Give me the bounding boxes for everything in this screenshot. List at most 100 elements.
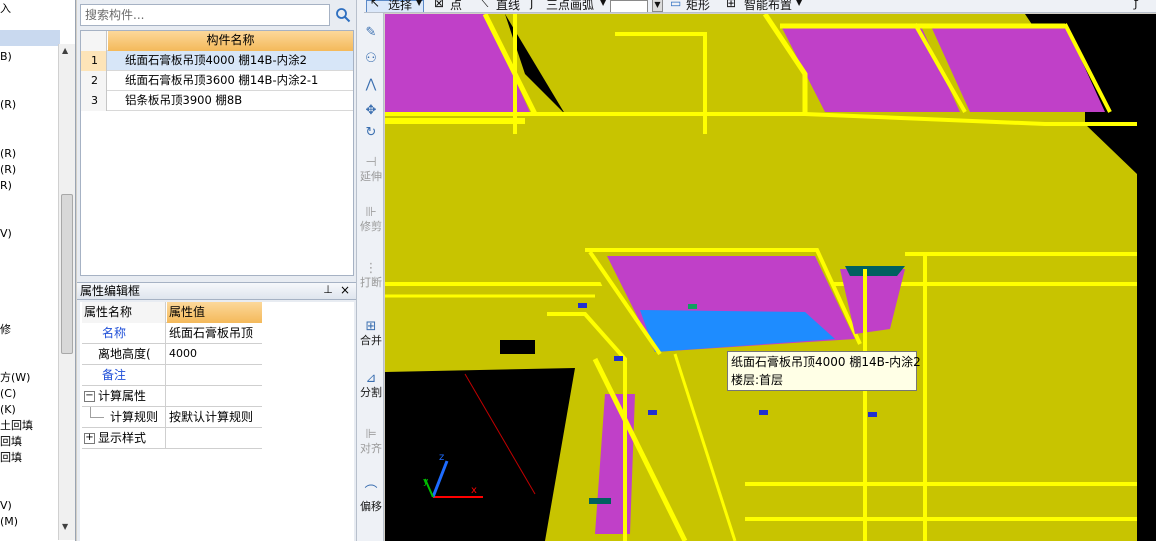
edge-icon[interactable]: ƒ [1134, 0, 1138, 10]
expand-toggle-icon[interactable]: + [84, 433, 95, 444]
tree-item[interactable]: V) [0, 499, 12, 513]
tree-item[interactable]: (R) [0, 163, 16, 177]
list-row[interactable]: 1 纸面石膏板吊顶4000 棚14B-内涂2 [81, 51, 353, 71]
property-row[interactable]: 备注 [82, 365, 262, 386]
split-button[interactable]: ⊿ 分割 [359, 372, 383, 400]
3d-viewport[interactable]: x z y 纸面石膏板吊顶4000 棚14B-内涂2 楼层:首层 [385, 14, 1156, 541]
offset-button[interactable]: ⌒ 偏移 [359, 486, 383, 514]
align-icon: ⊫ [365, 427, 377, 442]
tree-connector [90, 417, 104, 418]
list-row[interactable]: 3 铝条板吊顶3900 棚8B [81, 91, 353, 111]
list-row[interactable]: 2 纸面石膏板吊顶3600 棚14B-内涂2-1 [81, 71, 353, 91]
copy-icon: ⚇ [365, 51, 377, 66]
smart-dropdown-icon[interactable]: ▼ [796, 0, 802, 7]
tree-item[interactable]: 方(W) [0, 371, 30, 385]
tree-item[interactable]: (K) [0, 403, 16, 417]
tree-item[interactable]: B) [0, 50, 12, 64]
pin-icon[interactable]: ⊥ [321, 283, 335, 298]
property-group-row[interactable]: + 显示样式 [82, 428, 262, 449]
tree-item[interactable]: 土回填 [0, 419, 33, 433]
list-header-name[interactable]: 构件名称 [108, 31, 353, 51]
scroll-up-arrow-icon[interactable]: ▲ [62, 46, 68, 55]
point-button[interactable]: 点 [450, 0, 462, 12]
arc-mode-select[interactable] [610, 0, 648, 12]
left-component-tree: 入 B) (R) (R) (R) R) V) 修 方(W) (C) (K) 土回… [0, 0, 76, 541]
scrollbar-thumb[interactable] [61, 194, 73, 354]
trim-button[interactable]: ⊪ 修剪 [359, 206, 383, 234]
model-drawing: x z y [385, 14, 1156, 541]
align-label: 对齐 [360, 442, 382, 455]
select-arrow-icon: ↖ [370, 0, 381, 10]
move-button[interactable]: ✥ [359, 104, 383, 118]
tooltip-component-name: 纸面石膏板吊顶4000 棚14B-内涂2 [731, 355, 921, 369]
rotate-button[interactable]: ↻ [359, 126, 383, 140]
tree-highlight-band [0, 30, 60, 46]
line-button[interactable]: 直线 [496, 0, 520, 12]
property-value[interactable]: 按默认计算规则 [167, 407, 262, 428]
tree-item[interactable]: V) [0, 227, 12, 241]
scroll-down-arrow-icon[interactable]: ▼ [62, 522, 68, 531]
brush-button[interactable]: ✎ [359, 26, 383, 40]
arc-button[interactable]: 三点画弧 [546, 0, 594, 12]
select-label: 选择 [388, 0, 413, 12]
property-value-header: 属性值 [167, 302, 262, 323]
list-header-index [81, 31, 107, 51]
tree-scrollbar[interactable]: ▲ ▼ [58, 44, 75, 540]
tree-item[interactable]: (C) [0, 387, 16, 401]
collapse-toggle-icon[interactable]: − [84, 391, 95, 402]
property-grid: 属性名称 属性值 名称 纸面石膏板吊顶 离地高度( 4000 备注 − 计算属性… [80, 302, 354, 541]
rect-button[interactable]: 矩形 [686, 0, 710, 12]
tree-item[interactable]: (M) [0, 515, 18, 529]
row-index: 3 [81, 91, 107, 111]
property-header-row: 属性名称 属性值 [82, 302, 262, 323]
row-index: 1 [81, 51, 107, 71]
property-name: 备注 [82, 365, 166, 386]
rect-icon[interactable]: ▭ [670, 0, 681, 10]
property-row[interactable]: 离地高度( 4000 [82, 344, 262, 365]
break-button[interactable]: ⋮ 打断 [359, 262, 383, 290]
property-value[interactable]: 4000 [167, 344, 262, 365]
arc-icon[interactable]: ʃ [530, 0, 534, 10]
tree-item[interactable]: (R) [0, 98, 16, 112]
extend-button[interactable]: ⊣ 延伸 [359, 156, 383, 184]
svg-text:y: y [423, 477, 429, 487]
close-icon[interactable]: × [338, 283, 352, 298]
property-group-row[interactable]: − 计算属性 [82, 386, 262, 407]
line-icon[interactable]: ⟍ [480, 0, 488, 11]
tree-item[interactable]: R) [0, 179, 12, 193]
tree-item[interactable]: (R) [0, 147, 16, 161]
property-row[interactable]: 计算规则 按默认计算规则 [82, 407, 262, 428]
smart-layout-button[interactable]: 智能布置 [744, 0, 792, 12]
smart-layout-icon[interactable]: ⊞ [726, 0, 736, 10]
tree-item[interactable]: 修 [0, 323, 11, 337]
merge-button[interactable]: ⊞ 合并 [359, 320, 383, 348]
tree-item[interactable]: 入 [0, 2, 11, 16]
select-dropdown-icon[interactable]: ▼ [416, 0, 422, 7]
tree-item[interactable]: 回填 [0, 451, 22, 465]
combo-dropdown-icon[interactable]: ▼ [652, 0, 663, 12]
arc-dropdown-icon[interactable]: ▼ [600, 0, 606, 7]
search-input[interactable]: 搜索构件... [80, 4, 330, 26]
property-group-cell: − 计算属性 [82, 386, 166, 407]
property-name-header: 属性名称 [82, 302, 166, 323]
tree-item[interactable]: 回填 [0, 435, 22, 449]
property-value [167, 386, 262, 407]
property-value[interactable]: 纸面石膏板吊顶 [167, 323, 262, 344]
component-list: 构件名称 1 纸面石膏板吊顶4000 棚14B-内涂2 2 纸面石膏板吊顶360… [80, 30, 354, 276]
merge-label: 合并 [360, 334, 382, 347]
copy-button[interactable]: ⚇ [359, 52, 383, 66]
point-icon[interactable]: ⊠ [434, 0, 444, 10]
draw-toolbar: ↖ 选择 ▼ ⊠ 点 ⟍ 直线 ʃ 三点画弧 ▼ ▼ ▭ 矩形 ⊞ 智能布置 ▼… [364, 0, 1156, 13]
split-label: 分割 [360, 386, 382, 399]
row-name: 纸面石膏板吊顶4000 棚14B-内涂2 [125, 53, 307, 67]
align-button[interactable]: ⊫ 对齐 [359, 427, 383, 456]
rotate-icon: ↻ [365, 125, 377, 140]
mirror-button[interactable]: ⋀ [359, 78, 383, 92]
property-group-cell: + 显示样式 [82, 428, 166, 449]
property-row[interactable]: 名称 纸面石膏板吊顶 [82, 323, 262, 344]
search-icon[interactable] [332, 4, 354, 26]
svg-text:x: x [471, 485, 477, 496]
row-name: 铝条板吊顶3900 棚8B [125, 93, 243, 107]
property-value[interactable] [167, 365, 262, 386]
row-name: 纸面石膏板吊顶3600 棚14B-内涂2-1 [125, 73, 319, 87]
